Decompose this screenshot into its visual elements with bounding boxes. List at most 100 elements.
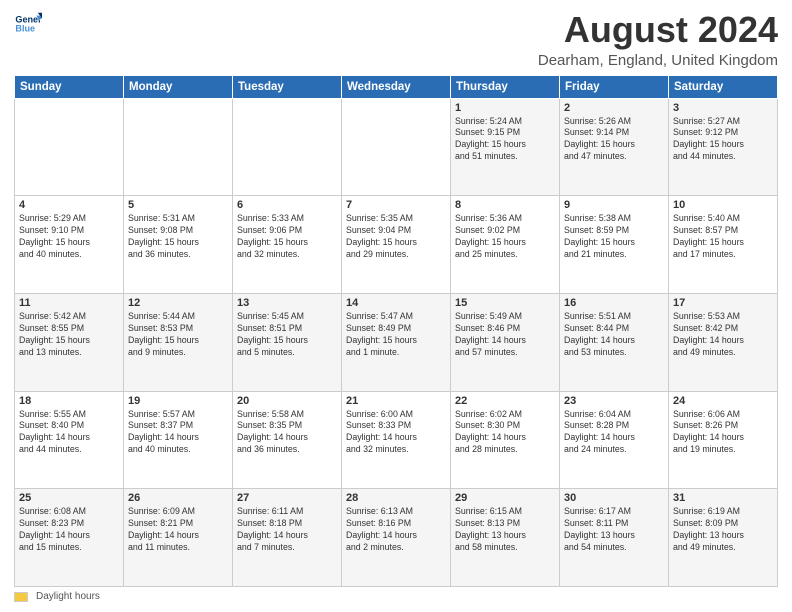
calendar-cell: 24 Sunrise: 6:06 AM Sunset: 8:26 PM Dayli… — [669, 391, 778, 489]
logo: General Blue — [14, 10, 42, 38]
header: General Blue August 2024 Dearham, Englan… — [14, 10, 778, 69]
calendar-cell: 27 Sunrise: 6:11 AM Sunset: 8:18 PM Dayli… — [233, 489, 342, 587]
day-number: 3 — [673, 102, 773, 114]
calendar-cell: 29 Sunrise: 6:15 AM Sunset: 8:13 PM Dayli… — [451, 489, 560, 587]
calendar-week-5: 25 Sunrise: 6:08 AM Sunset: 8:23 PM Dayli… — [15, 489, 778, 587]
day-number: 8 — [455, 199, 555, 211]
weekday-header-monday: Monday — [124, 75, 233, 98]
day-info: Sunrise: 5:24 AM Sunset: 9:15 PM Dayligh… — [455, 116, 555, 164]
calendar-cell: 1 Sunrise: 5:24 AM Sunset: 9:15 PM Daylig… — [451, 98, 560, 196]
day-number: 26 — [128, 492, 228, 504]
day-info: Sunrise: 5:45 AM Sunset: 8:51 PM Dayligh… — [237, 311, 337, 359]
calendar-cell: 9 Sunrise: 5:38 AM Sunset: 8:59 PM Daylig… — [560, 196, 669, 294]
day-info: Sunrise: 5:31 AM Sunset: 9:08 PM Dayligh… — [128, 213, 228, 261]
day-number: 6 — [237, 199, 337, 211]
calendar-cell: 12Sunrise: 5:44 AM Sunset: 8:53 PM Dayli… — [124, 293, 233, 391]
calendar-cell — [342, 98, 451, 196]
day-number: 22 — [455, 395, 555, 407]
day-number: 1 — [455, 102, 555, 114]
calendar-cell: 5 Sunrise: 5:31 AM Sunset: 9:08 PM Daylig… — [124, 196, 233, 294]
calendar-cell: 10 Sunrise: 5:40 AM Sunset: 8:57 PM Dayli… — [669, 196, 778, 294]
day-info: Sunrise: 6:11 AM Sunset: 8:18 PM Dayligh… — [237, 506, 337, 554]
day-info: Sunrise: 5:55 AM Sunset: 8:40 PM Dayligh… — [19, 409, 119, 457]
calendar-cell: 18Sunrise: 5:55 AM Sunset: 8:40 PM Dayli… — [15, 391, 124, 489]
weekday-header-tuesday: Tuesday — [233, 75, 342, 98]
main-title: August 2024 — [538, 10, 778, 50]
subtitle: Dearham, England, United Kingdom — [538, 52, 778, 69]
calendar-cell: 3Sunrise: 5:27 AM Sunset: 9:12 PM Daylig… — [669, 98, 778, 196]
day-number: 13 — [237, 297, 337, 309]
day-info: Sunrise: 5:35 AM Sunset: 9:04 PM Dayligh… — [346, 213, 446, 261]
weekday-header-row: SundayMondayTuesdayWednesdayThursdayFrid… — [15, 75, 778, 98]
weekday-header-wednesday: Wednesday — [342, 75, 451, 98]
footer: Daylight hours — [14, 591, 778, 602]
calendar-cell: 2 Sunrise: 5:26 AM Sunset: 9:14 PM Daylig… — [560, 98, 669, 196]
day-info: Sunrise: 5:51 AM Sunset: 8:44 PM Dayligh… — [564, 311, 664, 359]
day-info: Sunrise: 6:15 AM Sunset: 8:13 PM Dayligh… — [455, 506, 555, 554]
calendar-cell: 26 Sunrise: 6:09 AM Sunset: 8:21 PM Dayli… — [124, 489, 233, 587]
day-number: 29 — [455, 492, 555, 504]
calendar-cell — [124, 98, 233, 196]
calendar-cell: 19 Sunrise: 5:57 AM Sunset: 8:37 PM Dayli… — [124, 391, 233, 489]
day-info: Sunrise: 5:38 AM Sunset: 8:59 PM Dayligh… — [564, 213, 664, 261]
day-number: 7 — [346, 199, 446, 211]
day-info: Sunrise: 6:02 AM Sunset: 8:30 PM Dayligh… — [455, 409, 555, 457]
calendar-cell: 15Sunrise: 5:49 AM Sunset: 8:46 PM Dayli… — [451, 293, 560, 391]
calendar-cell: 4Sunrise: 5:29 AM Sunset: 9:10 PM Daylig… — [15, 196, 124, 294]
day-number: 5 — [128, 199, 228, 211]
day-info: Sunrise: 5:33 AM Sunset: 9:06 PM Dayligh… — [237, 213, 337, 261]
day-info: Sunrise: 6:19 AM Sunset: 8:09 PM Dayligh… — [673, 506, 773, 554]
day-info: Sunrise: 5:40 AM Sunset: 8:57 PM Dayligh… — [673, 213, 773, 261]
page: General Blue August 2024 Dearham, Englan… — [0, 0, 792, 612]
day-info: Sunrise: 5:53 AM Sunset: 8:42 PM Dayligh… — [673, 311, 773, 359]
day-info: Sunrise: 5:36 AM Sunset: 9:02 PM Dayligh… — [455, 213, 555, 261]
day-number: 30 — [564, 492, 664, 504]
calendar-week-3: 11Sunrise: 5:42 AM Sunset: 8:55 PM Dayli… — [15, 293, 778, 391]
calendar-table: SundayMondayTuesdayWednesdayThursdayFrid… — [14, 75, 778, 587]
calendar-cell: 7 Sunrise: 5:35 AM Sunset: 9:04 PM Daylig… — [342, 196, 451, 294]
calendar-cell: 6 Sunrise: 5:33 AM Sunset: 9:06 PM Daylig… — [233, 196, 342, 294]
day-info: Sunrise: 5:42 AM Sunset: 8:55 PM Dayligh… — [19, 311, 119, 359]
day-number: 21 — [346, 395, 446, 407]
day-number: 19 — [128, 395, 228, 407]
legend-box — [14, 592, 28, 602]
day-number: 27 — [237, 492, 337, 504]
calendar-cell: 20Sunrise: 5:58 AM Sunset: 8:35 PM Dayli… — [233, 391, 342, 489]
calendar-cell: 13 Sunrise: 5:45 AM Sunset: 8:51 PM Dayli… — [233, 293, 342, 391]
day-number: 10 — [673, 199, 773, 211]
legend-label: Daylight hours — [36, 591, 100, 602]
weekday-header-thursday: Thursday — [451, 75, 560, 98]
day-number: 25 — [19, 492, 119, 504]
day-number: 28 — [346, 492, 446, 504]
day-info: Sunrise: 5:29 AM Sunset: 9:10 PM Dayligh… — [19, 213, 119, 261]
day-number: 14 — [346, 297, 446, 309]
day-number: 24 — [673, 395, 773, 407]
day-info: Sunrise: 5:58 AM Sunset: 8:35 PM Dayligh… — [237, 409, 337, 457]
calendar-cell — [15, 98, 124, 196]
calendar-cell: 25 Sunrise: 6:08 AM Sunset: 8:23 PM Dayli… — [15, 489, 124, 587]
day-number: 2 — [564, 102, 664, 114]
calendar-cell: 11Sunrise: 5:42 AM Sunset: 8:55 PM Dayli… — [15, 293, 124, 391]
calendar-week-4: 18Sunrise: 5:55 AM Sunset: 8:40 PM Dayli… — [15, 391, 778, 489]
calendar-cell: 16Sunrise: 5:51 AM Sunset: 8:44 PM Dayli… — [560, 293, 669, 391]
day-number: 12 — [128, 297, 228, 309]
weekday-header-sunday: Sunday — [15, 75, 124, 98]
day-number: 23 — [564, 395, 664, 407]
calendar-cell: 17Sunrise: 5:53 AM Sunset: 8:42 PM Dayli… — [669, 293, 778, 391]
calendar-cell: 31 Sunrise: 6:19 AM Sunset: 8:09 PM Dayli… — [669, 489, 778, 587]
day-info: Sunrise: 6:09 AM Sunset: 8:21 PM Dayligh… — [128, 506, 228, 554]
day-info: Sunrise: 5:57 AM Sunset: 8:37 PM Dayligh… — [128, 409, 228, 457]
day-info: Sunrise: 6:00 AM Sunset: 8:33 PM Dayligh… — [346, 409, 446, 457]
svg-text:Blue: Blue — [15, 24, 35, 34]
calendar-cell: 22 Sunrise: 6:02 AM Sunset: 8:30 PM Dayli… — [451, 391, 560, 489]
day-info: Sunrise: 6:06 AM Sunset: 8:26 PM Dayligh… — [673, 409, 773, 457]
title-block: August 2024 Dearham, England, United Kin… — [538, 10, 778, 69]
day-info: Sunrise: 6:08 AM Sunset: 8:23 PM Dayligh… — [19, 506, 119, 554]
weekday-header-friday: Friday — [560, 75, 669, 98]
logo-icon: General Blue — [14, 10, 42, 38]
day-number: 31 — [673, 492, 773, 504]
weekday-header-saturday: Saturday — [669, 75, 778, 98]
day-number: 9 — [564, 199, 664, 211]
day-info: Sunrise: 5:26 AM Sunset: 9:14 PM Dayligh… — [564, 116, 664, 164]
calendar-week-2: 4Sunrise: 5:29 AM Sunset: 9:10 PM Daylig… — [15, 196, 778, 294]
